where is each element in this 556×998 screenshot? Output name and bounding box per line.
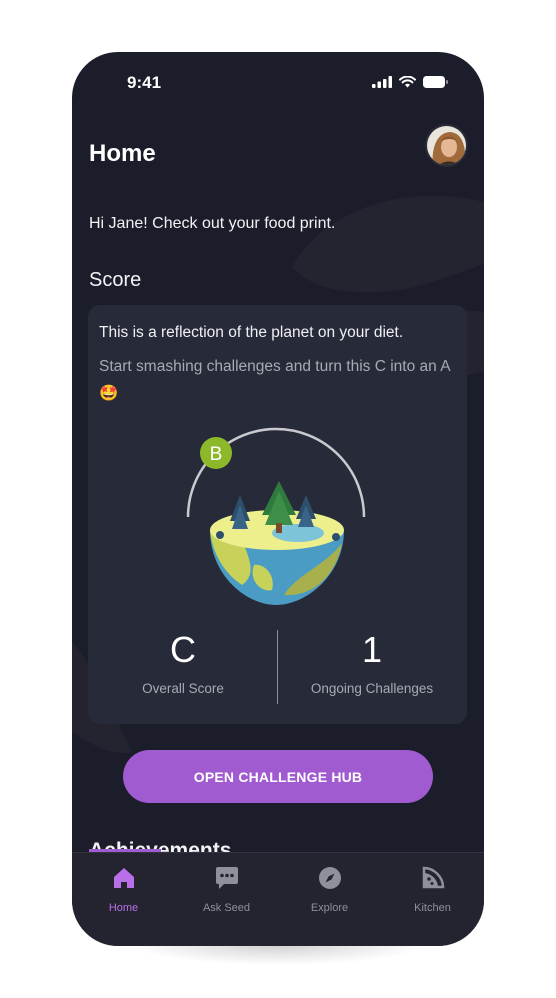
score-section-title: Score <box>89 269 142 291</box>
ongoing-challenges-stat: 1 Ongoing Challenges <box>277 627 467 696</box>
status-icons <box>372 76 448 88</box>
phone-frame: 9:41 Home Hi Jane! Check out your food p… <box>72 52 484 946</box>
tab-home-label: Home <box>108 902 139 914</box>
profile-photo-icon <box>427 126 466 165</box>
avatar[interactable] <box>425 124 468 167</box>
tab-bar: Home Ask Seed Explore Kitchen <box>72 852 484 946</box>
tab-kitchen[interactable]: Kitchen <box>381 865 484 914</box>
home-icon <box>113 868 134 888</box>
overall-score-value: C <box>170 629 196 670</box>
planet-illustration: B <box>186 427 366 605</box>
tab-home[interactable]: Home <box>72 865 175 914</box>
greeting-text: Hi Jane! Check out your food print. <box>89 215 336 232</box>
score-card: This is a reflection of the planet on yo… <box>88 305 467 724</box>
signal-icon <box>372 76 392 88</box>
score-card-hint: Start smashing challenges and turn this … <box>99 358 450 402</box>
compass-icon <box>318 867 341 889</box>
tab-kitchen-label: Kitchen <box>414 902 451 914</box>
status-bar: 9:41 <box>72 52 484 112</box>
tab-explore-label: Explore <box>310 902 349 914</box>
ongoing-challenges-label: Ongoing Challenges <box>310 681 434 696</box>
wifi-icon <box>399 76 416 88</box>
overall-score-label: Overall Score <box>142 681 224 696</box>
grade-badge-label: B <box>210 444 223 465</box>
page-title: Home <box>89 140 156 167</box>
ongoing-challenges-value: 1 <box>361 629 383 670</box>
overall-score-stat: C Overall Score <box>88 627 278 696</box>
score-card-description: This is a reflection of the planet on yo… <box>99 324 404 341</box>
pizza-icon <box>422 866 444 889</box>
tab-explore[interactable]: Explore <box>278 865 381 914</box>
battery-icon <box>423 76 448 88</box>
status-time: 9:41 <box>127 73 162 92</box>
open-challenge-hub-button[interactable]: OPEN CHALLENGE HUB <box>123 750 433 803</box>
tab-ask-seed[interactable]: Ask Seed <box>175 865 278 914</box>
chat-icon <box>215 867 238 889</box>
tab-ask-seed-label: Ask Seed <box>202 902 251 914</box>
